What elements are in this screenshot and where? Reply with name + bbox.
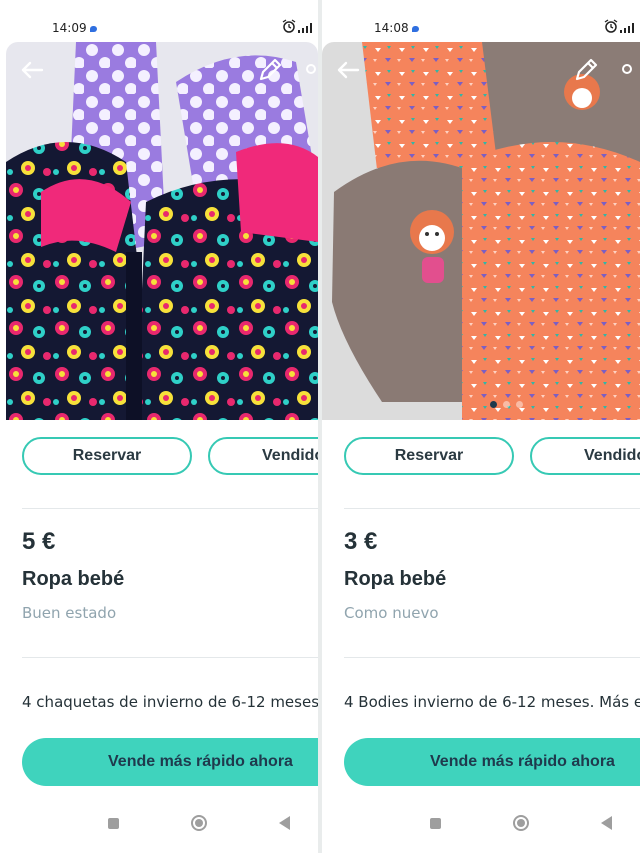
product-photo[interactable] xyxy=(322,42,640,420)
alarm-icon xyxy=(282,19,296,36)
carousel-dot[interactable] xyxy=(503,401,510,408)
listing-panel-right: 14:08 Reservar Vendid 3 € Ropa bebé Como… xyxy=(322,0,640,853)
more-icon[interactable] xyxy=(622,62,632,76)
divider xyxy=(22,508,318,509)
sell-faster-button[interactable]: Vende más rápido ahora xyxy=(344,738,640,786)
carousel-dot[interactable] xyxy=(490,401,497,408)
divider xyxy=(344,657,640,658)
android-nav-bar xyxy=(322,805,640,845)
sell-faster-button[interactable]: Vende más rápido ahora xyxy=(22,738,318,786)
back-arrow-icon[interactable] xyxy=(334,56,362,84)
product-photo[interactable] xyxy=(6,42,318,420)
product-description: 4 Bodies invierno de 6-12 meses. Más en xyxy=(344,693,640,711)
recent-apps-icon[interactable] xyxy=(430,818,441,829)
back-icon[interactable] xyxy=(279,816,290,830)
product-description: 4 chaquetas de invierno de 6-12 meses. xyxy=(22,693,318,711)
carousel-dot[interactable] xyxy=(516,401,523,408)
product-condition: Como nuevo xyxy=(344,604,439,622)
divider xyxy=(22,657,318,658)
product-title: Ropa bebé xyxy=(22,568,125,590)
reserve-button[interactable]: Reservar xyxy=(22,437,192,475)
status-bar: 14:08 xyxy=(322,16,640,42)
signal-icon xyxy=(620,22,636,36)
notification-icon xyxy=(90,26,97,32)
product-condition: Buen estado xyxy=(22,604,117,622)
home-icon[interactable] xyxy=(513,815,529,831)
status-time: 14:09 xyxy=(52,21,87,35)
reserve-button[interactable]: Reservar xyxy=(344,437,514,475)
notification-icon xyxy=(412,26,419,32)
status-bar: 14:09 xyxy=(0,16,318,42)
home-icon[interactable] xyxy=(191,815,207,831)
product-title: Ropa bebé xyxy=(344,568,447,590)
signal-icon xyxy=(298,22,314,36)
sold-button[interactable]: Vendido xyxy=(530,437,640,475)
back-arrow-icon[interactable] xyxy=(18,56,46,84)
status-time: 14:08 xyxy=(374,21,409,35)
divider xyxy=(344,508,640,509)
edit-pencil-icon[interactable] xyxy=(572,56,600,84)
price: 5 € xyxy=(22,528,56,555)
alarm-icon xyxy=(604,19,618,36)
edit-pencil-icon[interactable] xyxy=(256,56,284,84)
sold-button[interactable]: Vendido xyxy=(208,437,318,475)
back-icon[interactable] xyxy=(601,816,612,830)
android-nav-bar xyxy=(0,805,318,845)
price: 3 € xyxy=(344,528,378,555)
more-icon[interactable] xyxy=(306,62,316,76)
listing-panel-left: 14:09 Reservar Vendid 5 € Ropa bebé Buen… xyxy=(0,0,318,853)
carousel-indicator xyxy=(490,401,523,408)
recent-apps-icon[interactable] xyxy=(108,818,119,829)
